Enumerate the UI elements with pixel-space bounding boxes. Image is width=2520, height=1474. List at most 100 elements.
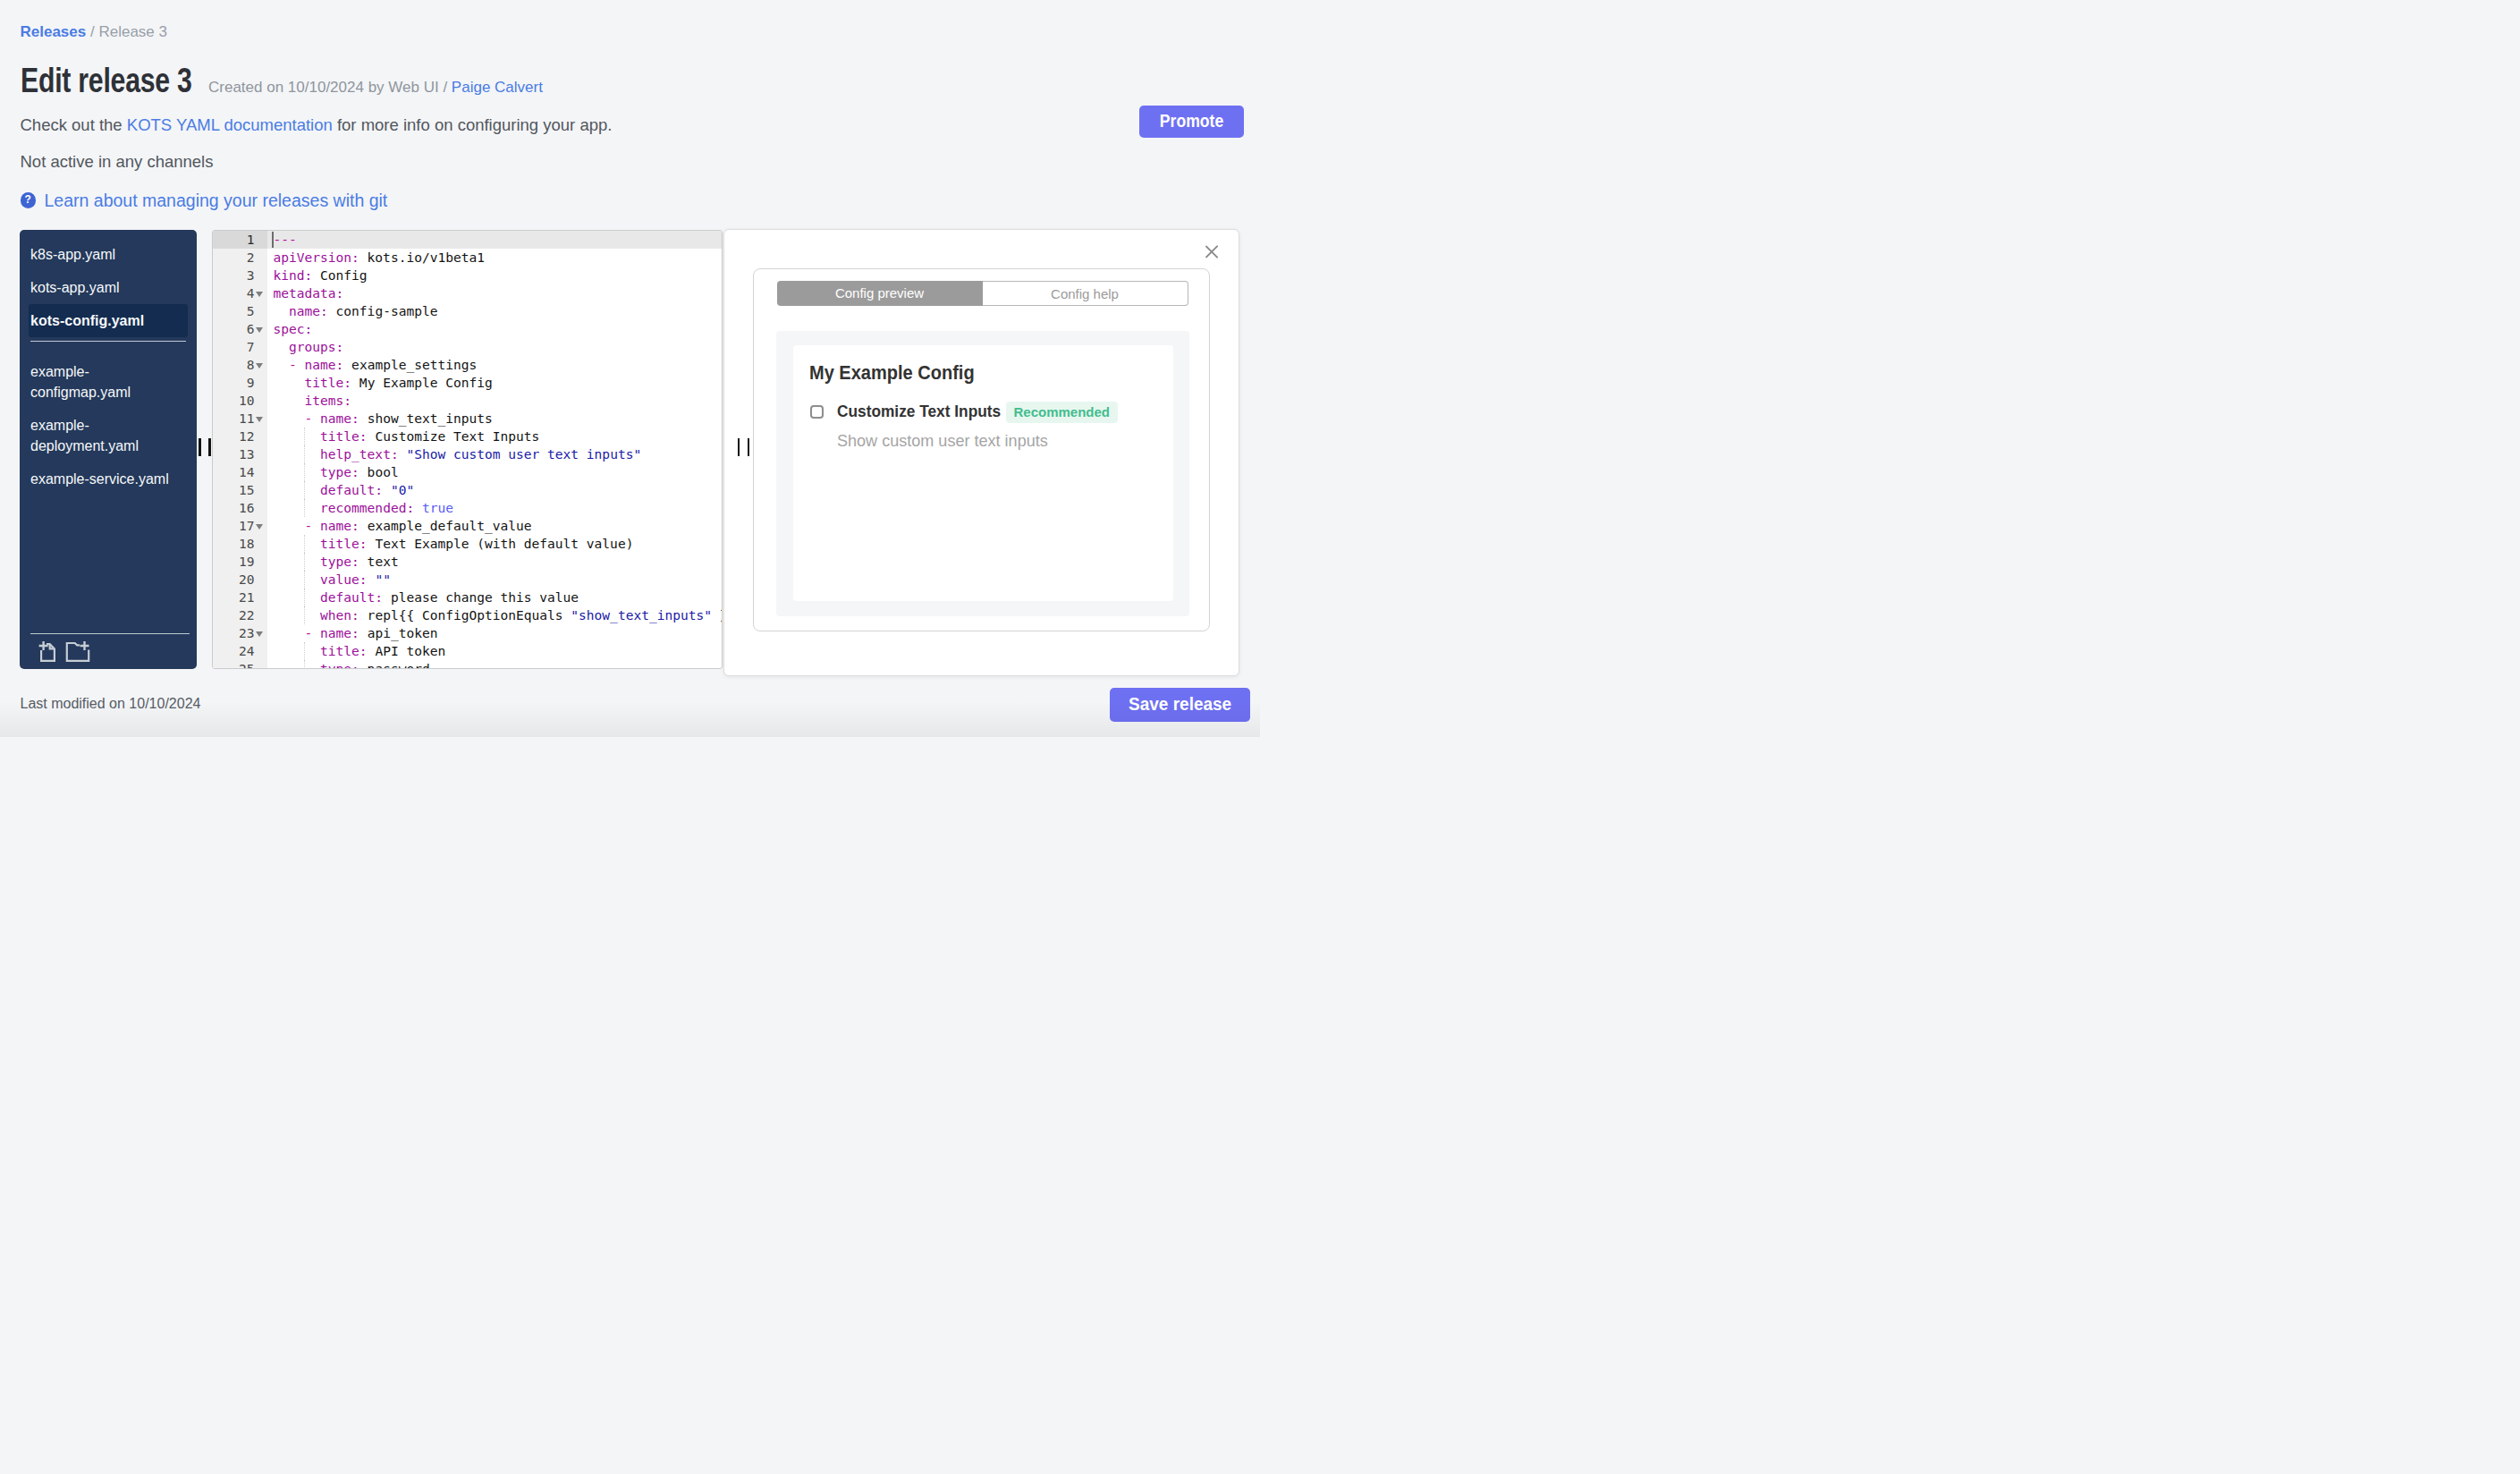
line-number[interactable]: 10: [213, 392, 268, 410]
channels-status: Not active in any channels: [21, 152, 214, 172]
code-line-9: 9 title: My Example Config: [213, 374, 722, 392]
code-line-12: 12 title: Customize Text Inputs: [213, 428, 722, 445]
line-number[interactable]: 16: [213, 499, 268, 517]
code-text: metadata:: [267, 284, 722, 302]
new-file-icon[interactable]: [38, 640, 56, 665]
code-text: groups:: [267, 338, 722, 356]
line-number[interactable]: 12: [213, 428, 268, 445]
code-line-8: 8 - name: example_settings: [213, 356, 722, 374]
line-number[interactable]: 20: [213, 571, 268, 589]
new-folder-icon[interactable]: [65, 640, 90, 665]
last-modified-note: Last modified on 10/10/2024: [21, 696, 201, 712]
code-line-1: 1---: [213, 231, 722, 249]
breadcrumb-current: Release 3: [98, 23, 167, 40]
code-line-7: 7 groups:: [213, 338, 722, 356]
code-text: title: Text Example (with default value): [267, 535, 722, 553]
line-number[interactable]: 2: [213, 249, 268, 267]
code-text: - name: example_default_value: [267, 517, 722, 535]
config-item-label: Customize Text Inputs: [837, 402, 1001, 421]
line-number[interactable]: 15: [213, 481, 268, 499]
file-item-example-configmap.yaml[interactable]: example-configmap.yaml: [29, 355, 189, 409]
file-item-kots-config.yaml[interactable]: kots-config.yaml: [29, 304, 189, 337]
help-question-icon: ?: [21, 192, 37, 208]
config-preview-box: Config previewConfig help My Example Con…: [753, 268, 1211, 631]
file-item-kots-app.yaml[interactable]: kots-app.yaml: [29, 271, 189, 304]
code-line-24: 24 title: API token: [213, 642, 722, 660]
breadcrumb-releases-link[interactable]: Releases: [21, 23, 87, 40]
code-line-14: 14 type: bool: [213, 463, 722, 481]
code-text: apiVersion: kots.io/v1beta1: [267, 249, 722, 267]
code-line-3: 3kind: Config: [213, 267, 722, 284]
code-text: - name: api_token: [267, 624, 722, 642]
editor-resize-handle[interactable]: [738, 438, 752, 456]
sidebar-resize-handle[interactable]: [199, 438, 213, 456]
tab-config-preview[interactable]: Config preview: [777, 281, 983, 306]
code-line-25: 25 type: password: [213, 660, 722, 669]
line-number[interactable]: 21: [213, 589, 268, 606]
kots-yaml-doc-link[interactable]: KOTS YAML documentation: [127, 115, 333, 134]
save-release-button[interactable]: Save release: [1110, 688, 1250, 722]
file-list: k8s-app.yamlkots-app.yamlkots-config.yam…: [20, 230, 198, 496]
yaml-code-editor[interactable]: 1---2apiVersion: kots.io/v1beta13kind: C…: [212, 230, 723, 669]
file-item-example-deployment.yaml[interactable]: example-deployment.yaml: [29, 409, 189, 462]
line-number[interactable]: 5: [213, 302, 268, 320]
config-preview-area: My Example Config Customize Text Inputs …: [776, 331, 1189, 617]
file-sidebar: k8s-app.yamlkots-app.yamlkots-config.yam…: [20, 230, 198, 669]
code-text: type: bool: [267, 463, 722, 481]
code-line-19: 19 type: text: [213, 553, 722, 571]
recommended-badge: Recommended: [1006, 402, 1119, 423]
config-card: My Example Config Customize Text Inputs …: [793, 345, 1173, 601]
fold-toggle-icon[interactable]: [256, 631, 263, 637]
line-number[interactable]: 1: [213, 231, 268, 249]
code-line-4: 4metadata:: [213, 284, 722, 302]
fold-toggle-icon[interactable]: [256, 292, 263, 297]
file-item-example-service.yaml[interactable]: example-service.yaml: [29, 462, 189, 496]
code-text: - name: example_settings: [267, 356, 722, 374]
code-text: help_text: "Show custom user text inputs…: [267, 445, 722, 463]
config-item-help: Show custom user text inputs: [837, 431, 1048, 451]
learn-git-link[interactable]: Learn about managing your releases with …: [45, 192, 388, 209]
line-number[interactable]: 18: [213, 535, 268, 553]
author-link[interactable]: Paige Calvert: [452, 79, 543, 96]
promote-button[interactable]: Promote: [1139, 106, 1244, 138]
code-text: spec:: [267, 320, 722, 338]
tab-config-help[interactable]: Config help: [983, 281, 1188, 306]
code-line-18: 18 title: Text Example (with default val…: [213, 535, 722, 553]
line-number[interactable]: 24: [213, 642, 268, 660]
customize-text-inputs-checkbox[interactable]: [810, 405, 824, 419]
indent-guide: [304, 553, 305, 571]
indent-guide: [304, 463, 305, 481]
indent-guide: [304, 428, 305, 445]
line-number[interactable]: 14: [213, 463, 268, 481]
sidebar-bottom-separator: [30, 633, 190, 634]
line-number[interactable]: 7: [213, 338, 268, 356]
code-line-20: 20 value: "": [213, 571, 722, 589]
close-icon[interactable]: [1205, 244, 1220, 259]
doc-line: Check out the KOTS YAML documentation fo…: [21, 115, 613, 135]
code-text: default: please change this value: [267, 589, 722, 606]
fold-toggle-icon[interactable]: [256, 363, 263, 368]
indent-guide: [304, 571, 305, 589]
indent-guide: [304, 499, 305, 517]
code-line-2: 2apiVersion: kots.io/v1beta1: [213, 249, 722, 267]
file-item-k8s-app.yaml[interactable]: k8s-app.yaml: [29, 238, 189, 271]
fold-toggle-icon[interactable]: [256, 524, 263, 529]
code-line-10: 10 items:: [213, 392, 722, 410]
code-line-15: 15 default: "0": [213, 481, 722, 499]
code-text: type: password: [267, 660, 722, 669]
line-number[interactable]: 19: [213, 553, 268, 571]
indent-guide: [304, 589, 305, 606]
code-text: type: text: [267, 553, 722, 571]
config-preview-pane: Config previewConfig help My Example Con…: [723, 229, 1239, 677]
line-number[interactable]: 22: [213, 606, 268, 624]
sidebar-bottom: [20, 633, 198, 669]
code-text: - name: show_text_inputs: [267, 410, 722, 428]
file-list-separator: [30, 341, 187, 342]
line-number[interactable]: 25: [213, 660, 268, 669]
code-line-16: 16 recommended: true: [213, 499, 722, 517]
line-number[interactable]: 9: [213, 374, 268, 392]
line-number[interactable]: 3: [213, 267, 268, 284]
fold-toggle-icon[interactable]: [256, 417, 263, 422]
line-number[interactable]: 13: [213, 445, 268, 463]
fold-toggle-icon[interactable]: [256, 327, 263, 333]
